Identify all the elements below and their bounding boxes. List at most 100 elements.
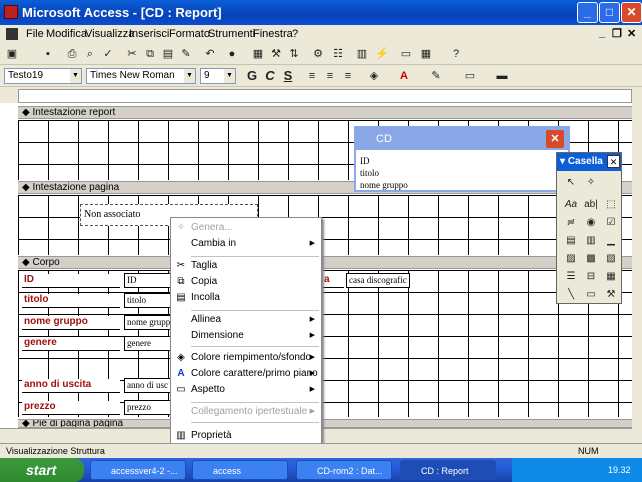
menu-item-cambia-in[interactable]: Cambia in ▶	[191, 236, 319, 252]
code-icon[interactable]: ☷	[330, 46, 346, 62]
font-color-icon[interactable]: A	[396, 68, 412, 84]
menu-strumenti[interactable]: Strumenti	[208, 28, 255, 40]
field-list-item[interactable]: ID	[360, 156, 370, 166]
field-titolo[interactable]: titolo	[124, 293, 172, 308]
start-button[interactable]: start	[0, 458, 84, 482]
label-tool-icon[interactable]: Aa	[563, 197, 579, 213]
task-button[interactable]: access	[192, 460, 288, 480]
toolbox-window[interactable]: ▾ Casella ✕ ↖ ✧ Aa ab| ⬚ ≓ ◉ ☑ ▤ ▥ ▁ ▨ ▩…	[556, 152, 622, 304]
menu-help[interactable]: ?	[292, 28, 298, 40]
sorting-icon[interactable]: ⇅	[286, 46, 302, 62]
task-button[interactable]: accessver4-2 -...	[90, 460, 186, 480]
hyperlink-icon[interactable]: ●	[224, 46, 240, 62]
checkbox-tool-icon[interactable]: ☑	[603, 215, 619, 231]
fill-color-icon[interactable]: ◈	[366, 68, 382, 84]
document-icon[interactable]	[6, 28, 18, 40]
select-objects-icon[interactable]: ↖	[563, 175, 579, 191]
maximize-button[interactable]: □	[599, 2, 620, 23]
combo-box-icon[interactable]: ▤	[563, 233, 579, 249]
toolbox-close-button[interactable]: ✕	[607, 155, 620, 168]
copy-icon[interactable]: ⧉	[142, 46, 158, 62]
list-box-icon[interactable]: ▥	[583, 233, 599, 249]
option-button-icon[interactable]: ◉	[583, 215, 599, 231]
align-right-icon[interactable]: ≡	[340, 68, 356, 84]
task-button[interactable]: CD-rom2 : Dat...	[296, 460, 392, 480]
inner-close-button[interactable]: ✕	[627, 27, 636, 40]
undo-icon[interactable]: ↶	[202, 46, 218, 62]
menu-item-taglia[interactable]: Taglia	[191, 258, 319, 274]
line-tool-icon[interactable]: ╲	[563, 287, 579, 303]
menu-item-colore-carattere[interactable]: Colore carattere/primo piano ▶	[191, 366, 319, 382]
special-effect-icon[interactable]: ▭	[462, 68, 478, 84]
rectangle-tool-icon[interactable]: ▭	[583, 287, 599, 303]
control-wizards-icon[interactable]: ✧	[583, 175, 599, 191]
underline-button[interactable]: S	[280, 68, 296, 84]
field-list-item[interactable]: titolo	[360, 168, 379, 178]
paste-icon[interactable]: ▤	[160, 46, 176, 62]
menu-item-aspetto[interactable]: Aspetto ▶	[191, 382, 319, 398]
format-painter-icon[interactable]: ✎	[178, 46, 194, 62]
label-nome-gruppo[interactable]: nome gruppo	[22, 316, 120, 330]
print-preview-icon[interactable]: ⌕	[82, 46, 98, 62]
menu-inserisci[interactable]: Inserisci	[129, 28, 169, 40]
menu-modifica[interactable]: Modifica	[46, 28, 87, 40]
menu-item-incolla[interactable]: Incolla	[191, 290, 319, 306]
field-list-title[interactable]: CD	[356, 128, 568, 150]
line-color-icon[interactable]: ✎	[428, 68, 444, 84]
line-width-icon[interactable]: ▬	[494, 68, 510, 84]
label-id[interactable]: ID	[22, 274, 120, 288]
toggle-button-icon[interactable]: ≓	[563, 215, 579, 231]
menu-item-copia[interactable]: Copia	[191, 274, 319, 290]
section-page-footer[interactable]: ◆ Piè di pagina pagina	[18, 419, 632, 428]
field-list-close-button[interactable]: ✕	[546, 130, 564, 148]
menu-item-allinea[interactable]: Allinea ▶	[191, 312, 319, 328]
tab-control-icon[interactable]: ⊟	[583, 269, 599, 285]
font-combo[interactable]: Times New Roman ▼	[86, 68, 196, 84]
menu-file[interactable]: File	[26, 28, 44, 40]
page-break-icon[interactable]: ☰	[563, 269, 579, 285]
subform-icon[interactable]: ▦	[603, 269, 619, 285]
field-id[interactable]: ID	[124, 273, 172, 288]
option-group-icon[interactable]: ⬚	[603, 197, 619, 213]
image-tool-icon[interactable]: ▨	[563, 251, 579, 267]
label-genere[interactable]: genere	[22, 337, 120, 351]
textbox-tool-icon[interactable]: ab|	[583, 197, 599, 213]
menu-item-proprieta[interactable]: Proprietà	[191, 428, 319, 444]
field-list-item[interactable]: nome gruppo	[360, 180, 408, 190]
properties-icon[interactable]: ▥	[354, 46, 370, 62]
section-body[interactable]: ◆ Corpo	[18, 256, 632, 269]
field-prezzo[interactable]: prezzo	[124, 400, 172, 415]
label-casa-discografica[interactable]: a	[322, 274, 344, 288]
chevron-down-icon[interactable]: ▼	[70, 69, 81, 83]
close-button[interactable]: ✕	[621, 2, 642, 23]
cut-icon[interactable]: ✂	[124, 46, 140, 62]
align-center-icon[interactable]: ≡	[322, 68, 338, 84]
toolbox-icon[interactable]: ⚒	[268, 46, 284, 62]
field-list-icon[interactable]: ▦	[250, 46, 266, 62]
command-button-icon[interactable]: ▁	[603, 233, 619, 249]
object-combo[interactable]: Testo19 ▼	[4, 68, 82, 84]
menu-item-colore-riempimento[interactable]: Colore riempimento/sfondo ▶	[191, 350, 319, 366]
align-left-icon[interactable]: ≡	[304, 68, 320, 84]
chevron-down-icon[interactable]: ▼	[224, 69, 235, 83]
field-casa-discografica[interactable]: casa discografic	[346, 273, 410, 288]
italic-button[interactable]: C	[262, 68, 278, 84]
bound-object-icon[interactable]: ▧	[603, 251, 619, 267]
menu-item-dimensione[interactable]: Dimensione ▶	[191, 328, 319, 344]
field-anno-di-uscita[interactable]: anno di usc	[124, 378, 172, 393]
section-report-header[interactable]: ◆ Intestazione report	[18, 106, 632, 119]
spelling-icon[interactable]: ✓	[100, 46, 116, 62]
view-icon[interactable]: ▣	[4, 46, 20, 62]
label-titolo[interactable]: titolo	[22, 294, 120, 308]
menu-formato[interactable]: Formato	[169, 28, 210, 40]
minimize-button[interactable]: _	[577, 2, 598, 23]
inner-minimize-button[interactable]: _	[599, 27, 605, 39]
menu-finestra[interactable]: Finestra	[253, 28, 293, 40]
menu-visualizza[interactable]: Visualizza	[85, 28, 134, 40]
database-window-icon[interactable]: ▭	[398, 46, 414, 62]
autoformat-icon[interactable]: ⚙	[310, 46, 326, 62]
save-icon[interactable]: ▪	[40, 46, 56, 62]
help-icon[interactable]: ?	[448, 46, 464, 62]
task-button-active[interactable]: CD : Report	[400, 460, 496, 480]
chevron-down-icon[interactable]: ▼	[184, 69, 195, 83]
